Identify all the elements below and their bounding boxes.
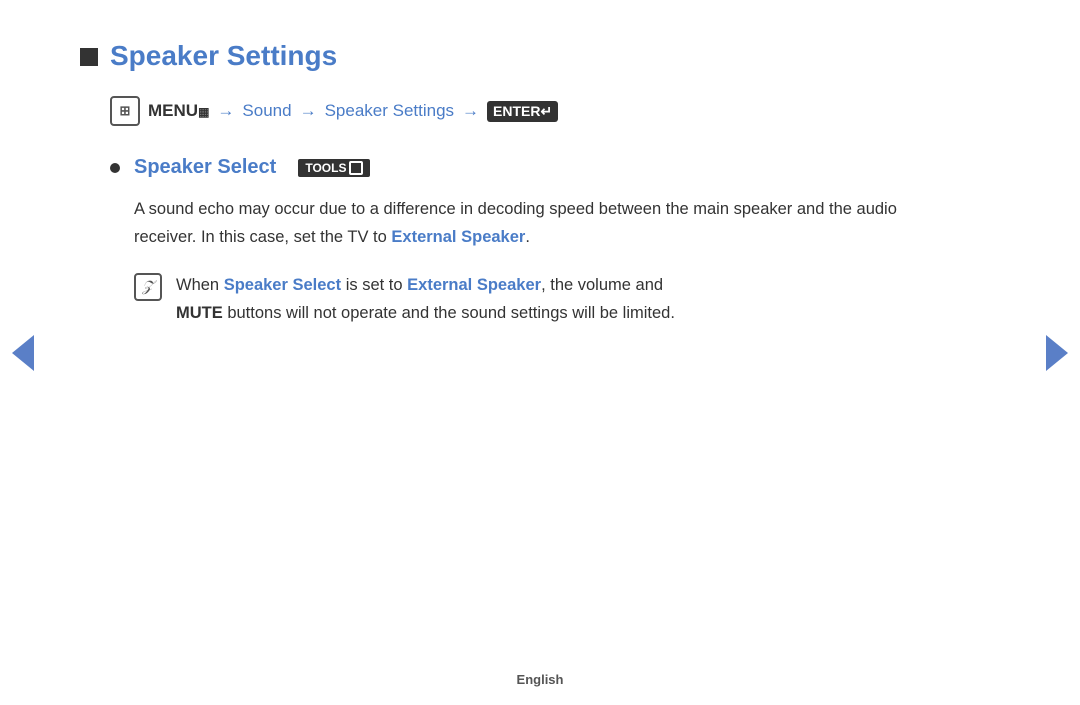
- note-external-speaker: External Speaker: [407, 276, 541, 294]
- description-text: A sound echo may occur due to a differen…: [134, 195, 900, 251]
- note-when: When: [176, 276, 224, 294]
- page-title: Speaker Settings: [110, 40, 337, 72]
- breadcrumb-menu-label: MENU▦: [148, 101, 209, 121]
- bullet-row: Speaker Select TOOLS: [110, 156, 900, 179]
- note-speaker-select: Speaker Select: [224, 276, 341, 294]
- note-is-set: is set to: [341, 276, 407, 294]
- breadcrumb-enter: ENTER↵: [487, 101, 558, 122]
- footer-language: English: [517, 672, 564, 687]
- note-buttons: buttons will not operate and the sound s…: [223, 304, 675, 322]
- bullet-dot-icon: [110, 163, 120, 173]
- main-content: Speaker Settings ⊞ MENU▦ → Sound → Speak…: [0, 0, 980, 367]
- nav-arrow-left[interactable]: [12, 335, 34, 371]
- description-period: .: [525, 228, 530, 246]
- note-comma: , the volume and: [541, 276, 663, 294]
- section-body: Speaker Select TOOLS A sound echo may oc…: [110, 156, 900, 327]
- breadcrumb-sound: Sound: [242, 101, 291, 121]
- page-title-row: Speaker Settings: [80, 40, 900, 72]
- speaker-select-label: Speaker Select: [134, 156, 276, 179]
- note-text: When Speaker Select is set to External S…: [176, 271, 675, 327]
- nav-arrow-right[interactable]: [1046, 335, 1068, 371]
- breadcrumb-arrow-1: →: [217, 101, 234, 121]
- title-square-icon: [80, 48, 98, 66]
- breadcrumb-arrow-2: →: [300, 101, 317, 121]
- note-icon: 𝒵: [134, 273, 162, 301]
- breadcrumb-arrow-3: →: [462, 101, 479, 121]
- tools-badge: TOOLS: [298, 159, 370, 177]
- breadcrumb: ⊞ MENU▦ → Sound → Speaker Settings → ENT…: [110, 96, 900, 126]
- note-mute: MUTE: [176, 304, 223, 322]
- description-external-speaker: External Speaker: [391, 228, 525, 246]
- menu-icon: ⊞: [110, 96, 140, 126]
- breadcrumb-speaker-settings: Speaker Settings: [325, 101, 454, 121]
- note-row: 𝒵 When Speaker Select is set to External…: [134, 271, 900, 327]
